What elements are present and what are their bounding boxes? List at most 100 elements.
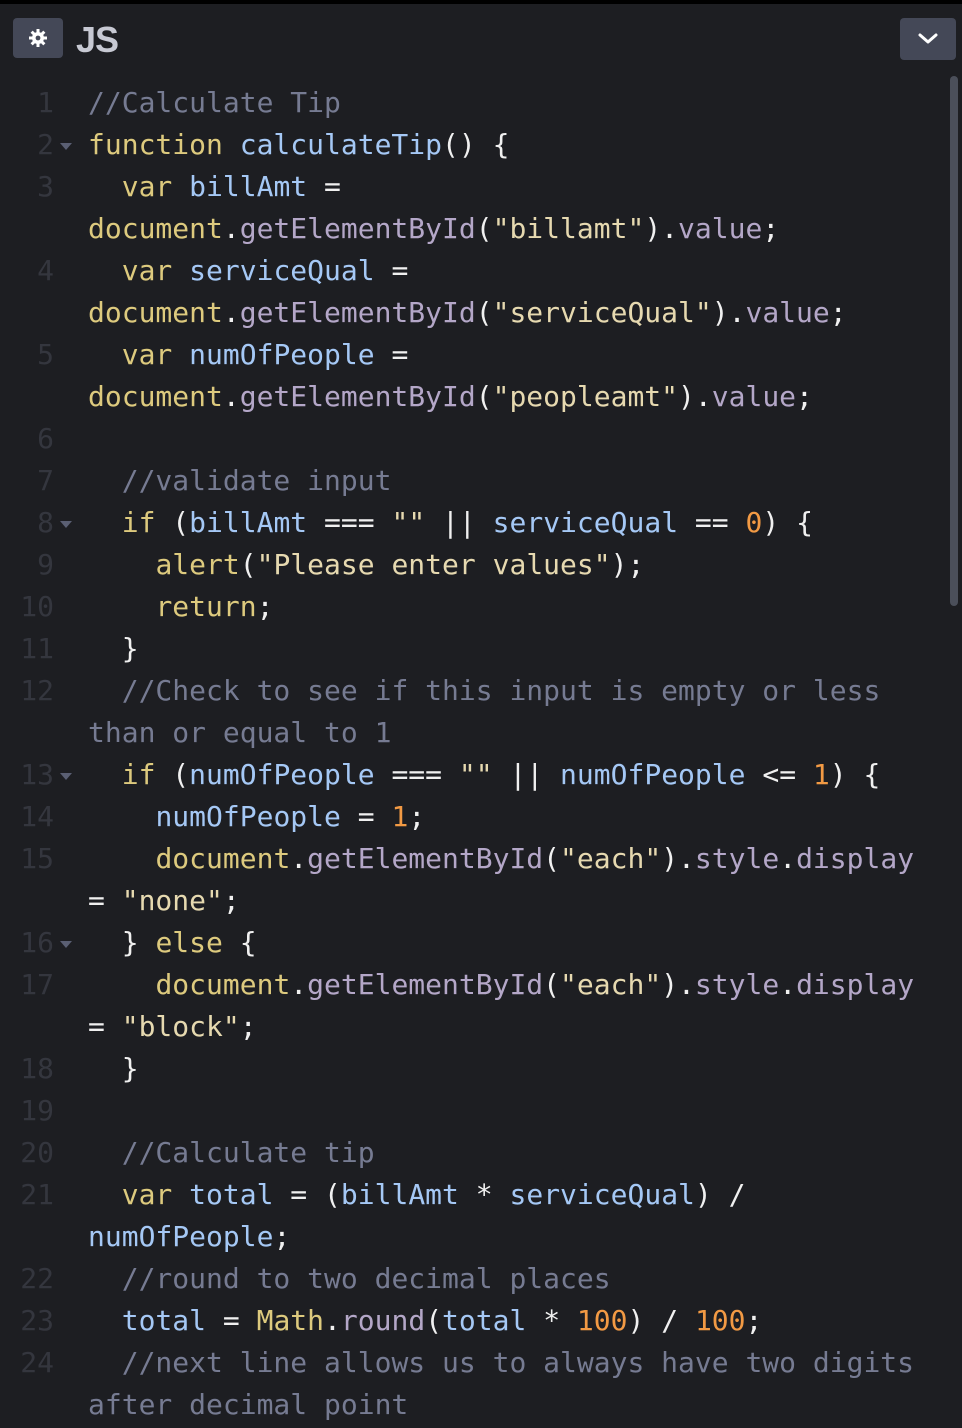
code-token: "billamt"	[492, 212, 645, 245]
code-token: 1	[812, 758, 830, 791]
code-token: ).	[644, 212, 679, 245]
code-token: ) /	[694, 1178, 746, 1211]
code-text: var billAmt =	[88, 166, 341, 208]
code-token: var	[121, 338, 173, 371]
code-token: style	[694, 968, 780, 1001]
code-text: function calculateTip() {	[88, 124, 509, 166]
code-token: numOfPeople	[88, 1220, 274, 1253]
code-token: ).	[661, 968, 695, 1001]
code-text: //Calculate Tip	[88, 82, 341, 124]
fold-arrow-icon[interactable]	[60, 521, 72, 528]
scrollbar-thumb[interactable]	[950, 76, 958, 606]
line-number: 8	[37, 506, 54, 539]
fold-arrow-icon[interactable]	[60, 941, 72, 948]
code-text: alert("Please enter values");	[88, 544, 644, 586]
line-number: 4	[37, 254, 54, 287]
code-token: if	[121, 506, 156, 539]
line-number: 9	[37, 548, 54, 581]
code-text: var total = (billAmt * serviceQual) /	[88, 1174, 746, 1216]
code-text: document.getElementById("each").style.di…	[88, 964, 914, 1006]
code-token: =	[307, 170, 341, 203]
fold-arrow-icon[interactable]	[60, 773, 72, 780]
code-token: else	[155, 926, 223, 959]
code-token: billAmt	[340, 1178, 459, 1211]
code-token: ).	[661, 842, 695, 875]
line-number: 1	[37, 86, 54, 119]
code-text: } else {	[88, 922, 257, 964]
code-token: ===	[374, 758, 459, 791]
fold-arrow-icon[interactable]	[60, 143, 72, 150]
code-text: //Check to see if this input is empty or…	[88, 670, 881, 712]
code-token: =	[88, 1010, 122, 1043]
code-text: }	[88, 628, 139, 670]
code-token: var	[121, 1178, 173, 1211]
code-token: //Calculate tip	[121, 1136, 375, 1169]
collapse-button[interactable]	[900, 18, 956, 60]
chevron-down-icon	[918, 33, 938, 44]
code-token: Math	[256, 1304, 325, 1337]
code-token: =	[340, 800, 392, 833]
code-token: ;	[239, 1010, 257, 1043]
code-token: //Check to see if this input is empty or…	[121, 674, 881, 707]
code-token: 100	[576, 1304, 628, 1337]
code-token: after decimal point	[88, 1388, 409, 1421]
code-token: ""	[391, 506, 426, 539]
code-editor[interactable]: 1//Calculate Tip 2 function calculateTip()…	[0, 72, 962, 1428]
code-token: serviceQual	[189, 254, 375, 287]
code-text: var numOfPeople =	[88, 334, 409, 376]
code-token: getElementById	[307, 842, 544, 875]
code-token: value	[678, 212, 763, 245]
code-text: after decimal point	[88, 1384, 408, 1426]
code-token: ).	[678, 380, 712, 413]
code-token: .	[779, 842, 797, 875]
code-token: value	[745, 296, 830, 329]
code-token: alert	[155, 548, 240, 581]
code-token: //round to two decimal places	[121, 1262, 611, 1295]
code-token: 0	[745, 506, 763, 539]
code-token: ===	[307, 506, 392, 539]
code-text: //Calculate tip	[88, 1132, 375, 1174]
code-token: (	[155, 506, 190, 539]
code-token: =	[374, 254, 409, 287]
gear-icon	[29, 29, 47, 47]
code-token: ;	[829, 296, 847, 329]
code-token: var	[121, 170, 173, 203]
settings-button[interactable]	[13, 18, 63, 58]
code-token: (	[475, 380, 493, 413]
code-token: =	[88, 884, 122, 917]
code-token: );	[610, 548, 645, 581]
editor-header: JS	[0, 0, 962, 72]
line-number: 20	[20, 1136, 54, 1169]
code-token: //validate input	[121, 464, 392, 497]
code-token: =	[206, 1304, 257, 1337]
code-token: 100	[694, 1304, 746, 1337]
code-token: //Calculate Tip	[88, 86, 341, 119]
code-token: .	[222, 380, 240, 413]
code-token: style	[694, 842, 780, 875]
line-number: 22	[20, 1262, 54, 1295]
code-token: "serviceQual"	[492, 296, 712, 329]
code-token: ) {	[762, 506, 813, 539]
line-number: 12	[20, 674, 54, 707]
vertical-scrollbar[interactable]	[948, 72, 962, 1428]
editor-language-title: JS	[76, 19, 119, 60]
code-token: .	[222, 212, 240, 245]
line-number: 16	[20, 926, 54, 959]
code-token: () {	[442, 128, 510, 161]
code-token: numOfPeople	[189, 338, 375, 371]
code-token: "Please enter values"	[256, 548, 611, 581]
line-number: 15	[20, 842, 54, 875]
code-token: serviceQual	[492, 506, 679, 539]
line-number: 6	[37, 422, 54, 455]
